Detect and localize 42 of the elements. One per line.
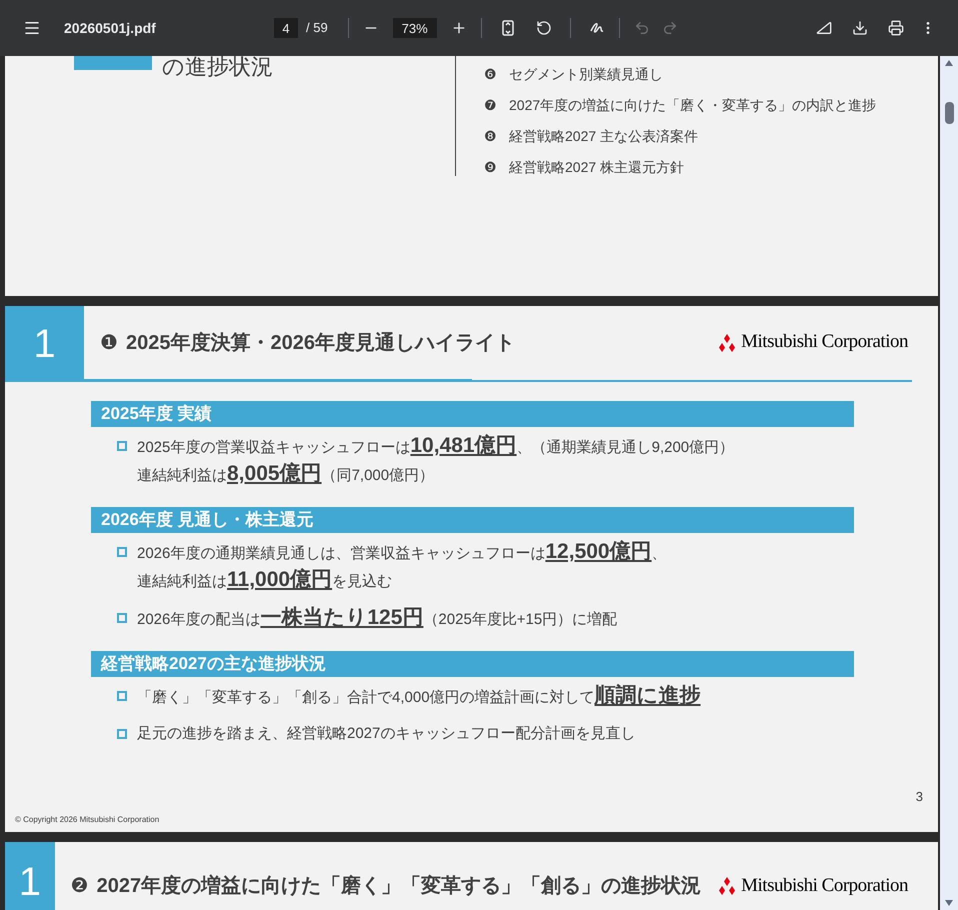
page-title: の進捗状況	[162, 56, 273, 78]
contents-item: 経営戦略2027 主な公表済案件	[509, 127, 698, 146]
diamonds-logo-icon	[717, 334, 738, 352]
item-number: ❼	[484, 96, 497, 115]
square-bullet-icon	[117, 547, 127, 557]
copyright-text: © Copyright 2026 Mitsubishi Corporation	[15, 815, 160, 824]
page-total: / 59	[306, 19, 328, 38]
page-input[interactable]: 4	[274, 18, 298, 38]
scroll-down-icon[interactable]	[945, 900, 953, 906]
square-bullet-icon	[117, 613, 127, 623]
page-number: 3	[916, 788, 923, 806]
zoom-input[interactable]: 73%	[392, 18, 437, 38]
slide-title: 2027年度の増益に向けた「磨く」「変革する」「創る」の進捗状況	[96, 873, 702, 899]
square-bullet-icon	[117, 441, 127, 451]
slide-number-marker: ❷	[70, 874, 89, 899]
item-number: ❻	[484, 65, 497, 84]
contents-item: セグメント別業績見通し	[509, 65, 663, 84]
logo-text: Mitsubishi Corporation	[741, 330, 908, 354]
square-bullet-icon	[117, 691, 127, 701]
contents-item: 2027年度の増益に向けた「磨く・変革する」の内訳と進捗	[509, 96, 876, 115]
diamonds-logo-icon	[717, 877, 738, 895]
bullet-text: 2025年度の営業収益キャッシュフローは10,481億円、（通期業績見通し9,200億円） 連結純利益は8,005億円（同7,000億円）	[137, 433, 734, 487]
scroll-up-icon[interactable]	[945, 60, 953, 66]
item-number: ❽	[484, 127, 497, 146]
section-heading: 2025年度 実績	[91, 401, 854, 427]
section-heading: 2026年度 見通し・株主還元	[91, 507, 854, 533]
item-number: ❾	[484, 158, 497, 177]
bullet-text: 2026年度の通期業績見通しは、営業収益キャッシュフローは12,500億円、 連結純利益は11,000億円を見込む	[137, 539, 667, 593]
section-heading: 経営戦略2027の主な進捗状況	[91, 651, 854, 677]
bullet-text: 2026年度の配当は一株当たり125円（2025年度比+15円）に増配	[137, 605, 618, 631]
logo-text: Mitsubishi Corporation	[741, 874, 908, 898]
square-bullet-icon	[117, 729, 127, 739]
file-name: 20260501j.pdf	[64, 18, 157, 38]
bullet-text: 「磨く」「変革する」「創る」合計で4,000億円の増益計画に対して順調に進捗	[137, 683, 701, 709]
bullet-text: 足元の進捗を踏まえ、経営戦略2027のキャッシュフロー配分計画を見直し	[137, 724, 636, 744]
section-number: 1	[5, 842, 55, 910]
section-number: 1	[5, 306, 84, 382]
scrollbar[interactable]	[940, 56, 958, 910]
slide-title: 2025年度決算・2026年度見通しハイライト	[126, 330, 515, 356]
contents-item: 経営戦略2027 株主還元方針	[509, 158, 684, 177]
slide-number-marker: ❶	[100, 330, 118, 356]
scrollbar-thumb[interactable]	[944, 102, 954, 124]
